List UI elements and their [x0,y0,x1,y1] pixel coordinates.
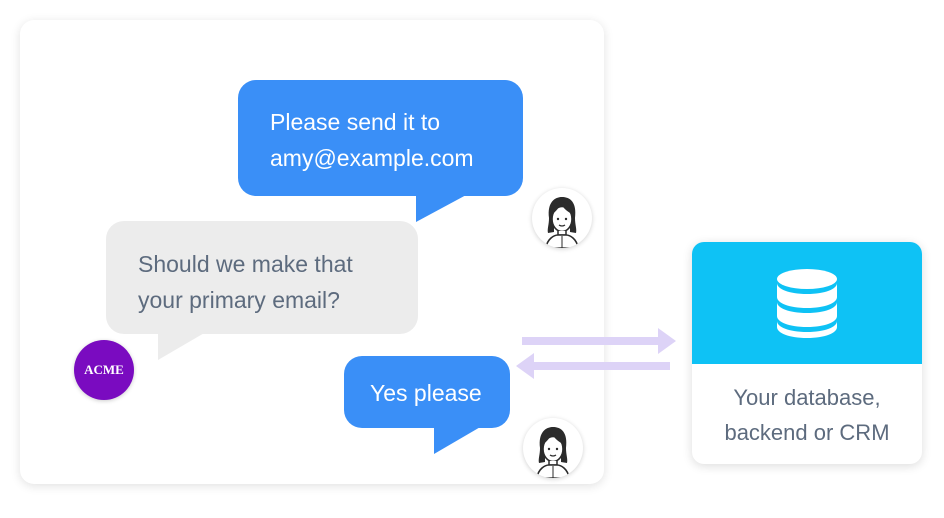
backend-card-header [692,242,922,364]
woman-avatar-icon [536,427,570,478]
bot-message-line: your primary email? [138,287,340,313]
backend-label-line: backend or CRM [724,420,890,445]
integration-diagram: Please send it to amy@example.com Should… [0,0,944,518]
bubble-tail [416,194,468,222]
user-reply-bubble: Yes please [344,356,510,454]
bot-message-bubble: Should we make that your primary email? [106,221,418,360]
user-reply-text: Yes please [370,380,482,406]
sync-arrows-icon [516,328,676,379]
bot-message-line: Should we make that [138,251,353,277]
backend-label-line: Your database, [733,385,881,410]
user-message-line: Please send it to [270,109,441,135]
user-message-line: amy@example.com [270,145,474,171]
acme-logo: ACME [74,340,134,400]
chat-window: Please send it to amy@example.com Should… [20,20,604,484]
woman-avatar-icon [545,197,579,248]
user-avatar [532,188,592,248]
user-avatar [523,418,583,478]
user-message-bubble: Please send it to amy@example.com [238,80,523,222]
database-icon [777,269,837,338]
bubble-tail [434,426,482,454]
bubble-tail [158,332,206,360]
backend-card: Your database, backend or CRM [692,242,922,464]
backend-label: Your database, backend or CRM [692,364,922,450]
